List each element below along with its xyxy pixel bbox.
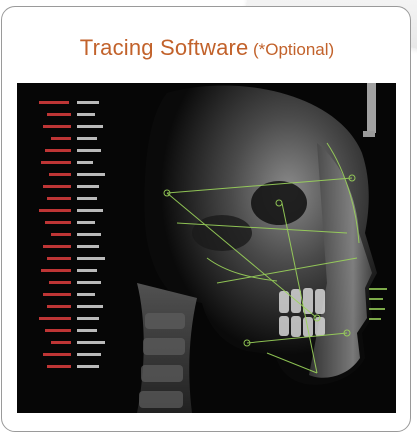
page: Tracing Software (*Optional)	[0, 0, 417, 437]
feature-card: Tracing Software (*Optional)	[1, 6, 411, 432]
card-title-main: Tracing Software	[79, 35, 249, 60]
cephalometric-xray-image	[17, 83, 396, 413]
card-title: Tracing Software (*Optional)	[2, 35, 410, 61]
xray-tracing-illustration	[17, 83, 396, 413]
card-title-optional-note: (*Optional)	[252, 40, 335, 59]
